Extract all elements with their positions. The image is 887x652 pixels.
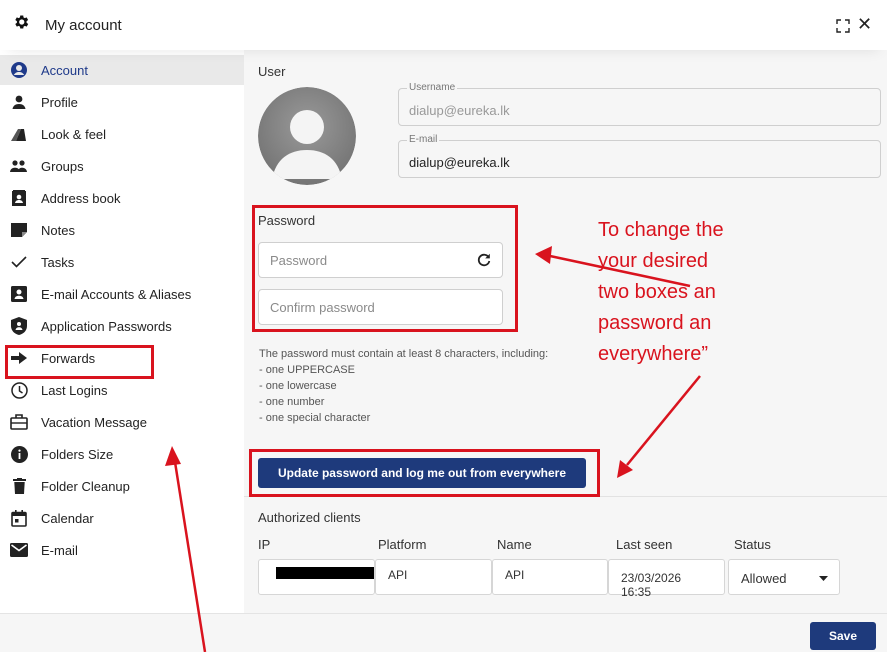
sidebar-item-label: Notes: [41, 222, 75, 238]
client-status-select[interactable]: Allowed: [728, 559, 840, 595]
annotation-text: To change the your desired two boxes an …: [598, 215, 887, 370]
sidebar-item-label: E-mail: [41, 542, 78, 558]
contact-card-icon: [10, 285, 28, 303]
sidebar-item-label: Vacation Message: [41, 414, 147, 430]
client-last-seen-value: 23/03/2026 16:35: [621, 571, 681, 599]
client-platform-cell: API: [375, 559, 492, 595]
sidebar-item-email-accounts[interactable]: E-mail Accounts & Aliases: [0, 279, 244, 309]
account-circle-icon: [10, 61, 28, 79]
groups-icon: [10, 157, 28, 175]
sidebar-item-last-logins[interactable]: Last Logins: [0, 375, 244, 405]
column-header-platform: Platform: [378, 537, 427, 552]
column-header-ip: IP: [258, 537, 271, 552]
chevron-down-icon: [819, 576, 828, 581]
annotation-line: two boxes an: [598, 281, 716, 303]
column-header-last-seen: Last seen: [616, 537, 673, 552]
client-name-cell: API: [492, 559, 608, 595]
sidebar-item-label: Account: [41, 62, 88, 78]
save-button[interactable]: Save: [810, 622, 876, 650]
sidebar-item-groups[interactable]: Groups: [0, 151, 244, 181]
annotation-line: your desired: [598, 250, 709, 272]
sidebar-item-vacation-message[interactable]: Vacation Message: [0, 407, 244, 437]
password-rule: - one lowercase: [259, 380, 337, 392]
annotation-line: To change the: [598, 219, 724, 241]
username-value: dialup@eureka.lk: [409, 103, 510, 118]
sidebar-item-notes[interactable]: Notes: [0, 215, 244, 245]
annotation-line: password an: [598, 312, 712, 334]
check-icon: [10, 253, 28, 271]
sidebar-item-profile[interactable]: Profile: [0, 87, 244, 117]
address-book-icon: [10, 189, 28, 207]
password-rule: - one special character: [259, 412, 371, 424]
calendar-icon: [10, 509, 28, 527]
title-bar: My account ✕: [0, 0, 887, 50]
suitcase-icon: [10, 413, 28, 431]
password-rule: The password must contain at least 8 cha…: [259, 348, 549, 360]
client-platform-value: API: [388, 568, 408, 582]
sidebar-item-label: Groups: [41, 158, 84, 174]
person-icon: [10, 93, 28, 111]
sidebar-item-address-book[interactable]: Address book: [0, 183, 244, 213]
sidebar-item-label: Application Passwords: [41, 318, 172, 334]
sidebar-item-label: Tasks: [41, 254, 75, 270]
column-header-status: Status: [734, 537, 771, 552]
user-section-label: User: [258, 64, 286, 79]
email-field[interactable]: E-mail dialup@eureka.lk: [398, 134, 881, 178]
client-name-value: API: [505, 568, 525, 582]
close-icon[interactable]: ✕: [857, 14, 872, 34]
sidebar-item-tasks[interactable]: Tasks: [0, 247, 244, 277]
email-label: E-mail: [407, 134, 440, 145]
password-highlight-box: [252, 205, 518, 332]
shield-icon: [10, 317, 28, 335]
sidebar-item-calendar[interactable]: Calendar: [0, 503, 244, 533]
note-icon: [10, 221, 28, 239]
sidebar-item-label: Folders Size: [41, 446, 114, 462]
sidebar-item-email[interactable]: E-mail: [0, 535, 244, 565]
sidebar-item-look-feel[interactable]: Look & feel: [0, 119, 244, 149]
footer: [0, 613, 887, 652]
avatar: [258, 87, 356, 185]
sidebar-item-app-passwords[interactable]: Application Passwords: [0, 311, 244, 341]
sidebar-item-label: Last Logins: [41, 382, 108, 398]
gear-icon: [15, 15, 29, 29]
forwards-highlight-box: [5, 345, 154, 379]
email-value: dialup@eureka.lk: [409, 155, 510, 170]
maximize-icon[interactable]: [836, 19, 850, 33]
redaction-bar: [276, 567, 374, 579]
sidebar-item-account[interactable]: Account: [0, 55, 244, 85]
last-seen-date: 23/03/2026: [621, 571, 682, 585]
sidebar-item-label: Address book: [41, 190, 121, 206]
mail-icon: [10, 541, 28, 559]
client-last-seen-cell: 23/03/2026 16:35: [608, 559, 725, 599]
info-icon: [10, 445, 28, 463]
trash-icon: [10, 477, 28, 495]
sidebar-item-label: Profile: [41, 94, 78, 110]
update-button-highlight-box: [249, 449, 600, 497]
username-label: Username: [407, 82, 458, 93]
password-rules: The password must contain at least 8 cha…: [259, 346, 548, 426]
password-rule: - one number: [259, 396, 325, 408]
sidebar-item-label: Folder Cleanup: [41, 478, 130, 494]
window-title: My account: [45, 17, 122, 34]
sidebar: Account Profile Look & feel Groups Addre…: [0, 55, 244, 613]
sidebar-item-label: Look & feel: [41, 126, 107, 142]
sidebar-item-label: Calendar: [41, 510, 94, 526]
sidebar-item-label: E-mail Accounts & Aliases: [41, 286, 192, 302]
sidebar-item-folders-size[interactable]: Folders Size: [0, 439, 244, 469]
clock-icon: [10, 381, 28, 399]
annotation-line: everywhere”: [598, 343, 709, 365]
username-field: Username dialup@eureka.lk: [398, 82, 881, 126]
password-rule: - one UPPERCASE: [259, 364, 355, 376]
column-header-name: Name: [497, 537, 532, 552]
palette-icon: [10, 125, 28, 143]
last-seen-time: 16:35: [621, 585, 652, 599]
sidebar-item-folder-cleanup[interactable]: Folder Cleanup: [0, 471, 244, 501]
authorized-clients-label: Authorized clients: [258, 510, 361, 525]
client-status-value: Allowed: [741, 571, 787, 586]
